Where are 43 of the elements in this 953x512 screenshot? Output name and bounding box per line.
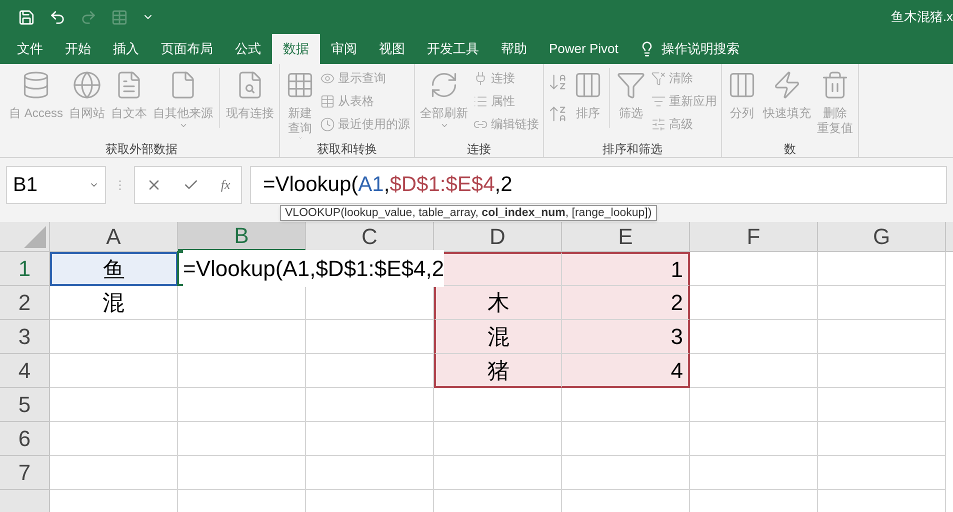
group-label: 连接	[466, 141, 492, 158]
cell-text: 猪	[488, 356, 510, 384]
column-header[interactable]: F	[690, 222, 818, 251]
row-header[interactable]: 5	[0, 388, 50, 422]
ribbon-tab[interactable]: 文件	[6, 34, 54, 64]
cell-text: 2	[670, 289, 683, 317]
ribbon-tab[interactable]: 审阅	[320, 34, 368, 64]
cell-text: 1	[670, 256, 683, 284]
window-title: 鱼木混猪.x	[890, 8, 953, 26]
ribbon-tab[interactable]: 视图	[368, 34, 416, 64]
cell-text: 鱼	[103, 256, 125, 284]
cell-text: 3	[670, 323, 683, 351]
cell-text: 4	[670, 356, 683, 384]
cell-text: =Vlookup(A1,$D$1:$E$4,2	[183, 250, 444, 287]
ribbon-tab[interactable]: 插入	[102, 34, 150, 64]
ribbon-tab[interactable]: 数据	[272, 34, 320, 64]
column-header[interactable]: G	[818, 222, 946, 251]
group-label: 获取外部数据	[104, 141, 178, 158]
cell-text: 混	[102, 289, 124, 317]
ribbon-tab[interactable]: 开发工具	[416, 34, 490, 64]
row-header[interactable]: 4	[0, 354, 50, 388]
cell-text: 混	[488, 323, 510, 351]
ribbon-tab[interactable]: 开始	[54, 34, 102, 64]
formula-input[interactable]: =Vlookup(A1,$D$1:$E$4,2	[250, 166, 947, 204]
row-header[interactable]: 2	[0, 286, 50, 320]
group-label: 排序和筛选	[602, 141, 664, 158]
row-header[interactable]: 7	[0, 456, 50, 490]
row-header[interactable]: 6	[0, 422, 50, 456]
cell-text: 木	[488, 289, 510, 317]
ribbon-tab[interactable]: 页面布局	[150, 34, 224, 64]
ribbon-tab[interactable]: 公式	[224, 34, 272, 64]
row-header[interactable]: 3	[0, 320, 50, 354]
column-header[interactable]: E	[562, 222, 690, 251]
column-header[interactable]: B	[178, 222, 306, 251]
insert-function-button[interactable]: fx	[220, 175, 230, 195]
ribbon-tab[interactable]: Power Pivot	[538, 34, 630, 64]
tell-me-field[interactable]: 操作说明搜索	[639, 34, 740, 64]
group-label: 数	[783, 141, 798, 158]
ribbon-tab[interactable]: 帮助	[490, 34, 538, 64]
group-label: 获取和转换	[316, 141, 378, 158]
name-box[interactable]: B1	[6, 166, 106, 204]
function-tooltip: VLOOKUP(lookup_value, table_array, col_index_num, [range_lookup])	[280, 205, 657, 221]
row-header[interactable]: 1	[0, 252, 50, 286]
